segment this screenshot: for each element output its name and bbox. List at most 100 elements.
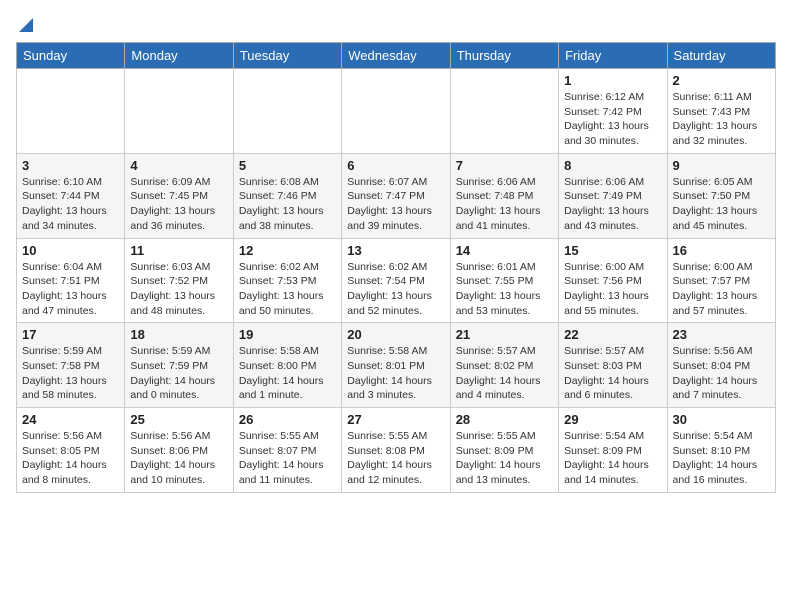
day-info: Sunrise: 6:02 AM Sunset: 7:53 PM Dayligh…: [239, 260, 336, 319]
calendar-cell: 4 Sunrise: 6:09 AM Sunset: 7:45 PM Daylig…: [125, 153, 233, 238]
calendar-header-sunday: Sunday: [17, 43, 125, 69]
day-number: 9: [673, 158, 770, 173]
calendar-cell: [450, 69, 558, 154]
day-info: Sunrise: 6:07 AM Sunset: 7:47 PM Dayligh…: [347, 175, 444, 234]
day-info: Sunrise: 6:05 AM Sunset: 7:50 PM Dayligh…: [673, 175, 770, 234]
day-info: Sunrise: 5:59 AM Sunset: 7:59 PM Dayligh…: [130, 344, 227, 403]
day-number: 14: [456, 243, 553, 258]
day-info: Sunrise: 5:54 AM Sunset: 8:10 PM Dayligh…: [673, 429, 770, 488]
day-number: 8: [564, 158, 661, 173]
day-info: Sunrise: 5:56 AM Sunset: 8:06 PM Dayligh…: [130, 429, 227, 488]
calendar-cell: 21 Sunrise: 5:57 AM Sunset: 8:02 PM Dayli…: [450, 323, 558, 408]
day-info: Sunrise: 6:11 AM Sunset: 7:43 PM Dayligh…: [673, 90, 770, 149]
day-info: Sunrise: 6:09 AM Sunset: 7:45 PM Dayligh…: [130, 175, 227, 234]
day-number: 17: [22, 327, 119, 342]
day-number: 27: [347, 412, 444, 427]
day-info: Sunrise: 6:01 AM Sunset: 7:55 PM Dayligh…: [456, 260, 553, 319]
page-header: [16, 16, 776, 30]
day-info: Sunrise: 6:08 AM Sunset: 7:46 PM Dayligh…: [239, 175, 336, 234]
day-info: Sunrise: 5:55 AM Sunset: 8:08 PM Dayligh…: [347, 429, 444, 488]
day-number: 7: [456, 158, 553, 173]
calendar-week-4: 17 Sunrise: 5:59 AM Sunset: 7:58 PM Dayli…: [17, 323, 776, 408]
day-info: Sunrise: 6:03 AM Sunset: 7:52 PM Dayligh…: [130, 260, 227, 319]
day-number: 22: [564, 327, 661, 342]
day-number: 6: [347, 158, 444, 173]
day-info: Sunrise: 5:55 AM Sunset: 8:09 PM Dayligh…: [456, 429, 553, 488]
day-number: 26: [239, 412, 336, 427]
calendar-cell: 2 Sunrise: 6:11 AM Sunset: 7:43 PM Daylig…: [667, 69, 775, 154]
day-number: 25: [130, 412, 227, 427]
calendar-cell: 18 Sunrise: 5:59 AM Sunset: 7:59 PM Dayli…: [125, 323, 233, 408]
day-info: Sunrise: 5:57 AM Sunset: 8:03 PM Dayligh…: [564, 344, 661, 403]
calendar-cell: [342, 69, 450, 154]
calendar-header-tuesday: Tuesday: [233, 43, 341, 69]
calendar-cell: 5Sunrise: 6:08 AM Sunset: 7:46 PM Daylig…: [233, 153, 341, 238]
calendar-cell: 25 Sunrise: 5:56 AM Sunset: 8:06 PM Dayli…: [125, 408, 233, 493]
calendar-week-3: 10Sunrise: 6:04 AM Sunset: 7:51 PM Dayli…: [17, 238, 776, 323]
calendar-cell: 9 Sunrise: 6:05 AM Sunset: 7:50 PM Daylig…: [667, 153, 775, 238]
day-number: 3: [22, 158, 119, 173]
calendar-cell: 17 Sunrise: 5:59 AM Sunset: 7:58 PM Dayli…: [17, 323, 125, 408]
day-number: 21: [456, 327, 553, 342]
day-info: Sunrise: 6:10 AM Sunset: 7:44 PM Dayligh…: [22, 175, 119, 234]
day-number: 28: [456, 412, 553, 427]
day-info: Sunrise: 5:58 AM Sunset: 8:00 PM Dayligh…: [239, 344, 336, 403]
calendar-week-2: 3 Sunrise: 6:10 AM Sunset: 7:44 PM Daylig…: [17, 153, 776, 238]
calendar-cell: 7 Sunrise: 6:06 AM Sunset: 7:48 PM Daylig…: [450, 153, 558, 238]
calendar-cell: 27 Sunrise: 5:55 AM Sunset: 8:08 PM Dayli…: [342, 408, 450, 493]
day-number: 20: [347, 327, 444, 342]
day-info: Sunrise: 5:56 AM Sunset: 8:04 PM Dayligh…: [673, 344, 770, 403]
day-number: 30: [673, 412, 770, 427]
calendar-cell: 23 Sunrise: 5:56 AM Sunset: 8:04 PM Dayli…: [667, 323, 775, 408]
day-number: 29: [564, 412, 661, 427]
day-number: 11: [130, 243, 227, 258]
calendar-cell: 22 Sunrise: 5:57 AM Sunset: 8:03 PM Dayli…: [559, 323, 667, 408]
calendar-header-wednesday: Wednesday: [342, 43, 450, 69]
calendar-table: SundayMondayTuesdayWednesdayThursdayFrid…: [16, 42, 776, 493]
day-number: 19: [239, 327, 336, 342]
calendar-cell: 16 Sunrise: 6:00 AM Sunset: 7:57 PM Dayli…: [667, 238, 775, 323]
calendar-header-thursday: Thursday: [450, 43, 558, 69]
calendar-week-5: 24 Sunrise: 5:56 AM Sunset: 8:05 PM Dayli…: [17, 408, 776, 493]
calendar-cell: 30 Sunrise: 5:54 AM Sunset: 8:10 PM Dayli…: [667, 408, 775, 493]
calendar-cell: 26Sunrise: 5:55 AM Sunset: 8:07 PM Dayli…: [233, 408, 341, 493]
calendar-cell: 24 Sunrise: 5:56 AM Sunset: 8:05 PM Dayli…: [17, 408, 125, 493]
day-info: Sunrise: 5:57 AM Sunset: 8:02 PM Dayligh…: [456, 344, 553, 403]
calendar-cell: 28 Sunrise: 5:55 AM Sunset: 8:09 PM Dayli…: [450, 408, 558, 493]
calendar-cell: 19 Sunrise: 5:58 AM Sunset: 8:00 PM Dayli…: [233, 323, 341, 408]
day-info: Sunrise: 6:06 AM Sunset: 7:49 PM Dayligh…: [564, 175, 661, 234]
calendar-cell: 12 Sunrise: 6:02 AM Sunset: 7:53 PM Dayli…: [233, 238, 341, 323]
calendar-header-row: SundayMondayTuesdayWednesdayThursdayFrid…: [17, 43, 776, 69]
day-info: Sunrise: 6:12 AM Sunset: 7:42 PM Dayligh…: [564, 90, 661, 149]
day-info: Sunrise: 5:54 AM Sunset: 8:09 PM Dayligh…: [564, 429, 661, 488]
day-info: Sunrise: 5:58 AM Sunset: 8:01 PM Dayligh…: [347, 344, 444, 403]
calendar-cell: 8 Sunrise: 6:06 AM Sunset: 7:49 PM Daylig…: [559, 153, 667, 238]
day-number: 4: [130, 158, 227, 173]
calendar-cell: 1 Sunrise: 6:12 AM Sunset: 7:42 PM Daylig…: [559, 69, 667, 154]
day-info: Sunrise: 5:59 AM Sunset: 7:58 PM Dayligh…: [22, 344, 119, 403]
day-number: 1: [564, 73, 661, 88]
day-number: 12: [239, 243, 336, 258]
day-number: 10: [22, 243, 119, 258]
calendar-cell: 15Sunrise: 6:00 AM Sunset: 7:56 PM Dayli…: [559, 238, 667, 323]
calendar-week-1: 1 Sunrise: 6:12 AM Sunset: 7:42 PM Daylig…: [17, 69, 776, 154]
day-info: Sunrise: 6:06 AM Sunset: 7:48 PM Dayligh…: [456, 175, 553, 234]
calendar-header-friday: Friday: [559, 43, 667, 69]
calendar-cell: 13 Sunrise: 6:02 AM Sunset: 7:54 PM Dayli…: [342, 238, 450, 323]
day-info: Sunrise: 6:00 AM Sunset: 7:57 PM Dayligh…: [673, 260, 770, 319]
day-number: 13: [347, 243, 444, 258]
day-number: 16: [673, 243, 770, 258]
calendar-cell: [125, 69, 233, 154]
calendar-cell: 6 Sunrise: 6:07 AM Sunset: 7:47 PM Daylig…: [342, 153, 450, 238]
day-number: 18: [130, 327, 227, 342]
day-info: Sunrise: 5:56 AM Sunset: 8:05 PM Dayligh…: [22, 429, 119, 488]
day-number: 23: [673, 327, 770, 342]
day-info: Sunrise: 6:00 AM Sunset: 7:56 PM Dayligh…: [564, 260, 661, 319]
calendar-cell: 14 Sunrise: 6:01 AM Sunset: 7:55 PM Dayli…: [450, 238, 558, 323]
calendar-cell: 10Sunrise: 6:04 AM Sunset: 7:51 PM Dayli…: [17, 238, 125, 323]
calendar-header-monday: Monday: [125, 43, 233, 69]
day-info: Sunrise: 6:02 AM Sunset: 7:54 PM Dayligh…: [347, 260, 444, 319]
calendar-cell: 11 Sunrise: 6:03 AM Sunset: 7:52 PM Dayli…: [125, 238, 233, 323]
day-number: 24: [22, 412, 119, 427]
day-number: 2: [673, 73, 770, 88]
